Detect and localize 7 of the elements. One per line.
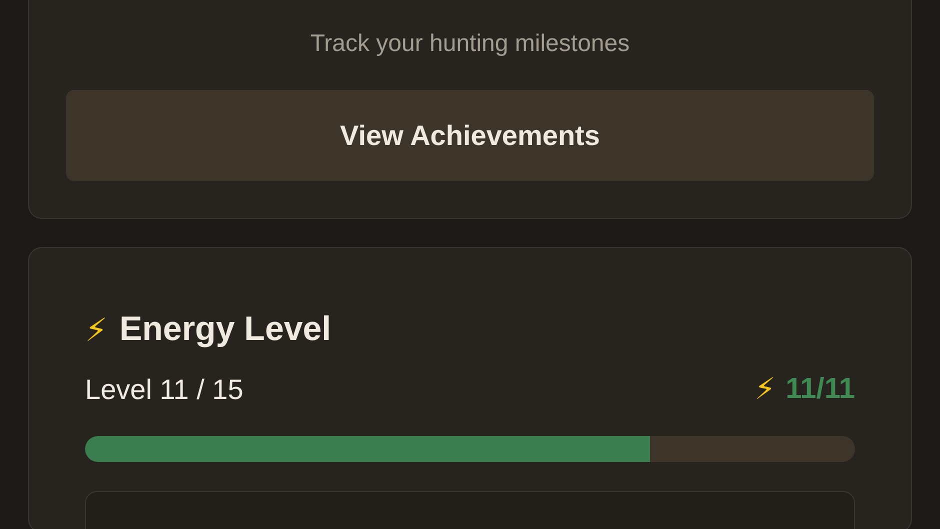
card-title: Energy Level (119, 310, 332, 349)
lightning-icon: ⚡ (754, 374, 776, 404)
card-subtitle: Track your hunting milestones (309, 29, 631, 59)
view-achievements-button[interactable]: View Achievements (66, 90, 874, 181)
lightning-icon: ⚡ (85, 314, 108, 346)
energy-reading: 11/11 (786, 373, 855, 406)
level-text: Level 11 / 15 (85, 374, 244, 406)
